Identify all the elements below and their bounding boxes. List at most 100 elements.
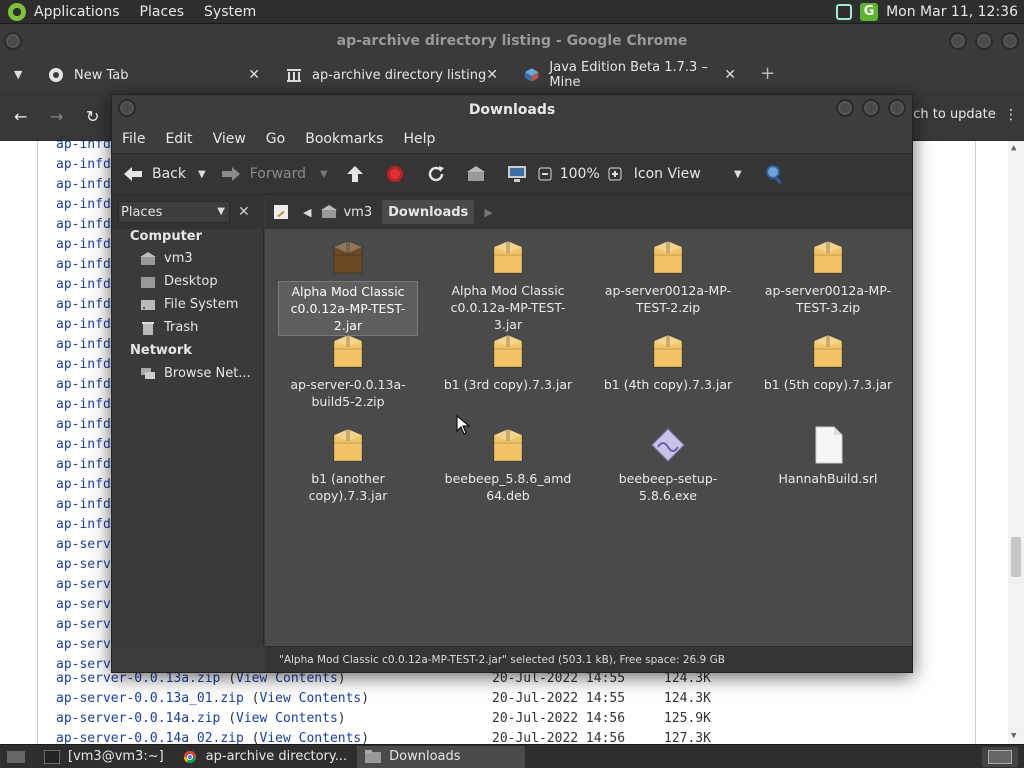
tab-ap-archive[interactable]: ap-archive directory listing ✕ xyxy=(276,59,508,91)
file-link[interactable]: ap-server-0.0.14a_02.zip xyxy=(56,731,244,744)
search-icon[interactable] xyxy=(764,163,786,185)
update-manager-icon[interactable]: G xyxy=(860,2,879,21)
file-item[interactable]: b1 (4th copy).7.3.jar xyxy=(593,331,743,394)
reload-icon[interactable]: ↻ xyxy=(86,107,99,126)
zoom-in-icon[interactable] xyxy=(608,167,622,181)
taskbar-item-downloads[interactable]: Downloads xyxy=(357,745,526,768)
forward-button[interactable]: Forward xyxy=(220,165,306,183)
file-link[interactable]: ap-server-0.0.14a.zip xyxy=(56,711,220,726)
file-link[interactable]: ap-infd xyxy=(56,177,111,192)
file-link[interactable]: ap-server-0.0.13a.zip xyxy=(56,671,220,686)
menu-system[interactable]: System xyxy=(204,4,256,20)
file-item[interactable]: HannahBuild.srl xyxy=(753,425,903,488)
file-link[interactable]: ap-serv xyxy=(56,597,111,612)
path-left-arrow-icon[interactable]: ◀ xyxy=(303,206,311,219)
path-button-downloads[interactable]: Downloads xyxy=(382,200,475,224)
workspace-switcher[interactable] xyxy=(982,746,1018,767)
back-button[interactable]: Back xyxy=(122,165,186,183)
close-tab-icon[interactable]: ✕ xyxy=(486,67,498,83)
relaunch-to-update-button[interactable]: nch to update xyxy=(905,107,996,122)
forward-arrow-icon[interactable]: → xyxy=(50,107,63,126)
path-button-vm3[interactable]: vm3 xyxy=(315,200,378,224)
view-contents-link[interactable]: View Contents xyxy=(260,691,362,706)
chrome-minimize-button[interactable] xyxy=(949,32,967,50)
chrome-menu-icon[interactable]: ⋮ xyxy=(1004,107,1018,123)
file-link[interactable]: ap-infd xyxy=(56,257,111,272)
sidebar-item-desktop[interactable]: Desktop xyxy=(140,274,218,289)
file-item[interactable]: ap-server0012a-MP-TEST-3.zip xyxy=(753,237,903,317)
menu-bookmarks[interactable]: Bookmarks xyxy=(295,131,393,147)
scroll-down-icon[interactable]: ▼ xyxy=(1011,731,1016,741)
file-link[interactable]: ap-infd xyxy=(56,337,111,352)
sidebar-item-vm3[interactable]: vm3 xyxy=(140,251,193,266)
home-folder-icon[interactable] xyxy=(466,165,486,183)
fm-menu-button[interactable] xyxy=(118,99,136,117)
file-link[interactable]: ap-infd xyxy=(56,217,111,232)
tab-new-tab[interactable]: New Tab ✕ xyxy=(38,59,270,91)
file-item[interactable]: ap-server-0.0.13a-build5-2.zip xyxy=(273,331,423,411)
file-link[interactable]: ap-serv xyxy=(56,637,111,652)
file-link[interactable]: ap-infd xyxy=(56,157,111,172)
menu-go[interactable]: Go xyxy=(256,131,295,147)
scrollbar-thumb[interactable] xyxy=(1011,537,1021,577)
page-scrollbar[interactable] xyxy=(1008,141,1024,744)
file-link[interactable]: ap-infd xyxy=(56,377,111,392)
file-link[interactable]: ap-infd xyxy=(56,297,111,312)
sidebar-item-file-system[interactable]: File System xyxy=(140,297,238,312)
file-link[interactable]: ap-infd xyxy=(56,197,111,212)
file-link[interactable]: ap-serv xyxy=(56,617,111,632)
file-link[interactable]: ap-infd xyxy=(56,517,111,532)
view-contents-link[interactable]: View Contents xyxy=(236,671,338,686)
file-link[interactable]: ap-infd xyxy=(56,357,111,372)
file-item[interactable]: b1 (3rd copy).7.3.jar xyxy=(433,331,583,394)
show-desktop-icon[interactable] xyxy=(6,749,26,765)
file-link[interactable]: ap-serv xyxy=(56,657,111,672)
tab-java-edition[interactable]: Java Edition Beta 1.7.3 – Mine ✕ xyxy=(514,59,746,91)
back-arrow-icon[interactable]: ← xyxy=(14,107,27,126)
file-link[interactable]: ap-infd xyxy=(56,477,111,492)
new-tab-plus-icon[interactable]: + xyxy=(760,63,775,84)
file-item[interactable]: Alpha Mod Classic c0.0.12a-MP-TEST-3.jar xyxy=(433,237,583,334)
menu-edit[interactable]: Edit xyxy=(155,131,202,147)
file-link[interactable]: ap-infd xyxy=(56,237,111,252)
taskbar-item-chrome[interactable]: ap-archive directory... xyxy=(174,746,355,768)
network-icon[interactable] xyxy=(836,3,853,20)
file-item[interactable]: beebeep_5.8.6_amd64.deb xyxy=(433,425,583,505)
file-item[interactable]: beebeep-setup-5.8.6.exe xyxy=(593,425,743,505)
view-mode-select[interactable]: Icon View ▼ xyxy=(634,166,742,182)
file-link[interactable]: ap-infd xyxy=(56,141,111,152)
up-arrow-icon[interactable] xyxy=(346,165,364,183)
scroll-up-icon[interactable]: ▲ xyxy=(1011,143,1016,153)
taskbar-item-terminal[interactable]: [vm3@vm3:~] xyxy=(36,746,172,768)
file-link[interactable]: ap-serv xyxy=(56,557,111,572)
file-item[interactable]: b1 (5th copy).7.3.jar xyxy=(753,331,903,394)
file-link[interactable]: ap-infd xyxy=(56,497,111,512)
chrome-menu-button[interactable] xyxy=(4,32,22,50)
fm-close-button[interactable] xyxy=(888,99,906,117)
file-link[interactable]: ap-serv xyxy=(56,577,111,592)
menu-help[interactable]: Help xyxy=(393,131,445,147)
chrome-close-button[interactable] xyxy=(1001,32,1019,50)
sidebar-item-browse-network[interactable]: Browse Net... xyxy=(140,366,251,381)
path-right-arrow-icon[interactable]: ▶ xyxy=(484,206,492,219)
menu-applications[interactable]: Applications xyxy=(34,4,120,20)
stop-icon[interactable] xyxy=(386,165,404,183)
menu-view[interactable]: View xyxy=(203,131,256,147)
computer-icon[interactable] xyxy=(506,164,528,184)
file-link[interactable]: ap-server-0.0.13a_01.zip xyxy=(56,691,244,706)
file-item[interactable]: Alpha Mod Classic c0.0.12a-MP-TEST-2.jar xyxy=(273,237,423,336)
back-history-chevron-icon[interactable]: ▼ xyxy=(198,169,206,180)
tab-search-chevron-icon[interactable]: ▼ xyxy=(14,68,22,81)
file-link[interactable]: ap-infd xyxy=(56,277,111,292)
file-link[interactable]: ap-infd xyxy=(56,437,111,452)
close-tab-icon[interactable]: ✕ xyxy=(248,67,260,83)
forward-history-chevron-icon[interactable]: ▼ xyxy=(320,169,328,180)
file-item[interactable]: b1 (another copy).7.3.jar xyxy=(273,425,423,505)
reload-icon[interactable] xyxy=(426,164,446,184)
file-link[interactable]: ap-serv xyxy=(56,537,111,552)
menu-places[interactable]: Places xyxy=(140,4,185,20)
file-link[interactable]: ap-infd xyxy=(56,397,111,412)
view-contents-link[interactable]: View Contents xyxy=(236,711,338,726)
file-link[interactable]: ap-infd xyxy=(56,317,111,332)
file-item[interactable]: ap-server0012a-MP-TEST-2.zip xyxy=(593,237,743,317)
